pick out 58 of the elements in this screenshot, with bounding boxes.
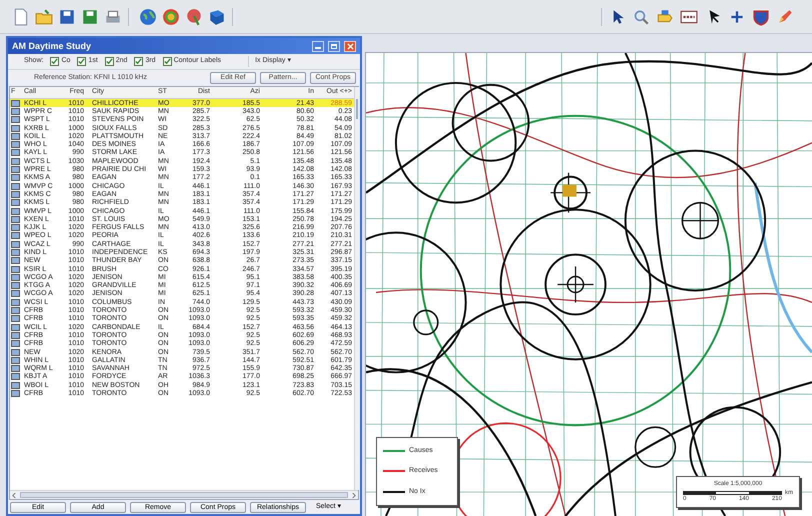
target-icon[interactable] <box>162 8 180 26</box>
row-checkbox[interactable] <box>11 307 20 314</box>
scroll-right-icon[interactable] <box>351 492 356 498</box>
row-checkbox[interactable] <box>11 382 20 389</box>
new-document-icon[interactable] <box>12 8 30 26</box>
scroll-left-icon[interactable] <box>12 492 17 498</box>
row-checkbox[interactable] <box>11 315 20 322</box>
row-checkbox[interactable] <box>11 232 20 240</box>
row-checkbox[interactable] <box>11 290 20 298</box>
row-checkbox[interactable] <box>11 365 20 372</box>
checkbox[interactable] <box>162 57 172 66</box>
checkbox[interactable] <box>104 57 114 66</box>
row-checkbox[interactable] <box>11 100 20 107</box>
row-checkbox[interactable] <box>11 324 20 331</box>
row-checkbox[interactable] <box>11 208 20 214</box>
row-checkbox[interactable] <box>11 149 20 156</box>
row-checkbox[interactable] <box>11 390 20 398</box>
magnifier-icon[interactable] <box>632 8 650 26</box>
row-checkbox[interactable] <box>11 224 20 232</box>
row-checkbox[interactable] <box>11 248 20 256</box>
row-checkbox[interactable] <box>11 266 20 273</box>
checkbox[interactable] <box>134 57 144 66</box>
row-checkbox[interactable] <box>11 332 20 339</box>
row-checkbox[interactable] <box>11 141 20 148</box>
save-icon[interactable] <box>58 8 76 26</box>
window-title: AM Daytime Study <box>12 42 92 50</box>
row-checkbox[interactable] <box>11 108 20 115</box>
row-checkbox[interactable] <box>11 274 20 281</box>
row-checkbox[interactable] <box>11 356 20 364</box>
open-folder-icon[interactable] <box>35 8 53 26</box>
row-checkbox[interactable] <box>11 257 20 264</box>
row-checkbox[interactable] <box>11 166 20 174</box>
row-checkbox[interactable] <box>11 116 20 124</box>
row-checkbox[interactable] <box>11 124 20 132</box>
row-checkbox[interactable] <box>11 190 20 198</box>
checkbox[interactable] <box>50 57 60 66</box>
row-checkbox[interactable] <box>11 240 20 248</box>
row-checkbox[interactable] <box>11 298 20 306</box>
globe-icon[interactable] <box>139 8 157 26</box>
row-checkbox[interactable] <box>11 158 20 165</box>
row-checkbox[interactable] <box>11 174 20 182</box>
row-checkbox[interactable] <box>11 282 20 290</box>
horizontal-scrollbar[interactable] <box>10 490 358 499</box>
row-checkbox[interactable] <box>11 216 20 223</box>
checkbox[interactable] <box>77 57 86 66</box>
row-checkbox[interactable] <box>11 182 20 190</box>
shield-icon[interactable] <box>752 8 770 26</box>
balloon-icon[interactable] <box>185 8 203 26</box>
maximize-button[interactable] <box>328 40 340 52</box>
row-checkbox[interactable] <box>11 348 20 356</box>
minimize-button[interactable] <box>312 40 324 52</box>
row-checkbox[interactable] <box>11 132 20 140</box>
row-checkbox[interactable] <box>11 373 20 380</box>
save-icon[interactable] <box>81 8 99 26</box>
close-button[interactable] <box>344 40 356 52</box>
row-checkbox[interactable] <box>11 340 20 348</box>
vertical-scrollbar[interactable] <box>354 87 359 490</box>
row-checkbox[interactable] <box>11 199 20 206</box>
